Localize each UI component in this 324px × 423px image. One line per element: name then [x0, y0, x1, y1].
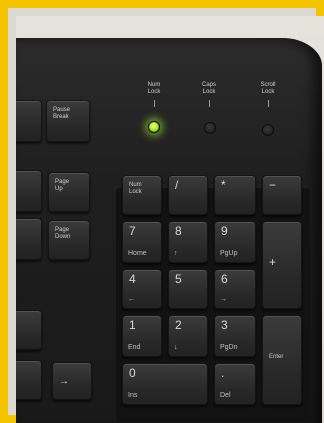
page-up-key[interactable]: Page Up: [48, 172, 90, 212]
num-lock-led: [148, 121, 160, 133]
numpad-0-key[interactable]: 0 Ins: [122, 363, 208, 405]
numpad-3-key[interactable]: 3 PgDn: [214, 315, 256, 357]
led-tick: [268, 100, 269, 107]
divide-key[interactable]: /: [168, 175, 208, 215]
led-tick: [209, 100, 210, 107]
numpad-decimal-key[interactable]: . Del: [214, 363, 256, 405]
numpad-1-key[interactable]: 1 End: [122, 315, 162, 357]
keyboard-photo: Num Lock Caps Lock Scroll Lock Pause Break P…: [16, 16, 324, 423]
led-tick: [154, 100, 155, 107]
numpad-8-key[interactable]: 8 ↑: [168, 221, 208, 263]
multiply-key[interactable]: *: [214, 175, 256, 215]
right-arrow-key[interactable]: →: [52, 362, 92, 400]
caps-lock-led: [204, 122, 216, 134]
numpad-2-key[interactable]: 2 ↓: [168, 315, 208, 357]
key-partial[interactable]: [16, 218, 42, 260]
key-partial[interactable]: [16, 310, 42, 350]
keyboard-body: Num Lock Caps Lock Scroll Lock Pause Break P…: [16, 38, 322, 423]
pause-break-key[interactable]: Pause Break: [46, 100, 90, 142]
key-partial[interactable]: [16, 170, 42, 212]
num-lock-indicator-label: Num Lock: [147, 82, 161, 95]
scroll-lock-led: [262, 124, 274, 136]
key-partial[interactable]: [16, 100, 42, 142]
key-partial[interactable]: [16, 360, 42, 400]
numpad-5-key[interactable]: 5: [168, 269, 208, 309]
minus-key[interactable]: −: [262, 175, 302, 215]
caps-lock-indicator-label: Caps Lock: [201, 82, 216, 95]
num-lock-key[interactable]: Num Lock: [122, 175, 162, 215]
numpad-6-key[interactable]: 6 →: [214, 269, 256, 309]
numpad-7-key[interactable]: 7 Home: [122, 221, 162, 263]
yellow-frame: Num Lock Caps Lock Scroll Lock Pause Break P…: [0, 0, 324, 423]
scroll-lock-indicator-label: Scroll Lock: [260, 82, 276, 95]
plus-key[interactable]: +: [262, 221, 302, 309]
numpad-9-key[interactable]: 9 PgUp: [214, 221, 256, 263]
numpad-4-key[interactable]: 4 ←: [122, 269, 162, 309]
page-down-key[interactable]: Page Down: [48, 220, 90, 260]
enter-key[interactable]: Enter: [262, 315, 302, 405]
